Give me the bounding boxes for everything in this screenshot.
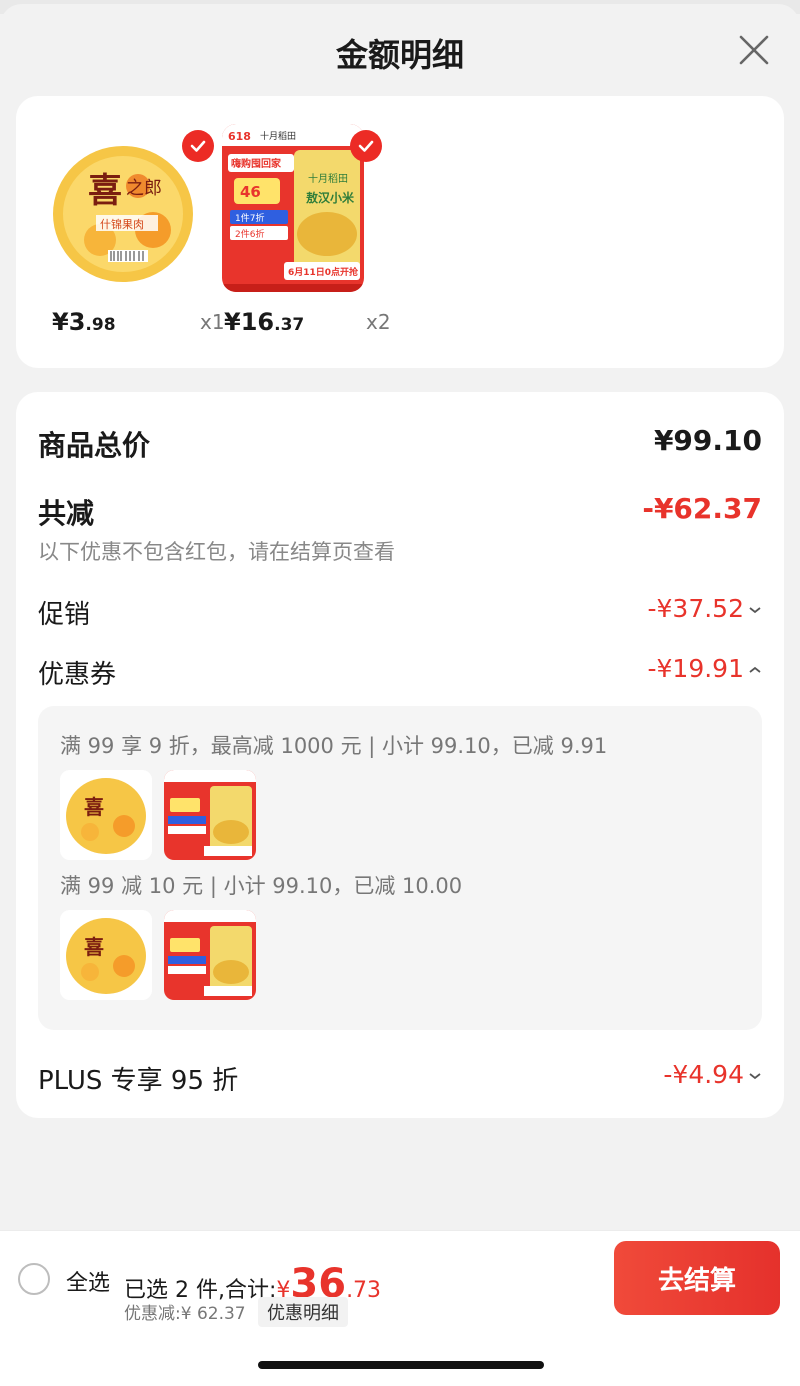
saved-amount: 优惠减:¥ 62.37 (124, 1304, 246, 1324)
product-quantity: x2 (366, 310, 391, 334)
promotion-row[interactable]: -¥37.52 (648, 594, 763, 623)
svg-text:之郎: 之郎 (126, 178, 162, 198)
svg-text:喜: 喜 (84, 795, 104, 819)
discount-detail-link[interactable]: 优惠明细 (258, 1297, 348, 1327)
price-detail-card: 商品总价 ¥99.10 共减 -¥62.37 以下优惠不包含红包，请在结算页查看… (16, 392, 784, 1118)
svg-text:十月稻田: 十月稻田 (260, 130, 296, 142)
total-reduction-label: 共减 (38, 497, 95, 530)
sheet-header: 金额明细 (0, 4, 800, 96)
svg-text:1件7折: 1件7折 (235, 212, 264, 224)
coupon-rule: 满 99 享 9 折，最高减 1000 元 | 小计 99.10，已减 9.91 (60, 734, 608, 758)
selected-check-icon[interactable] (182, 130, 214, 162)
plus-discount-value: -¥4.94 (663, 1060, 744, 1089)
coupon-product-thumb (164, 910, 256, 1000)
svg-text:2件6折: 2件6折 (235, 228, 264, 240)
svg-text:敖汉小米: 敖汉小米 (306, 190, 355, 205)
svg-text:十月稻田: 十月稻田 (308, 172, 348, 185)
total-price-value: ¥99.10 (653, 424, 762, 457)
select-all-label[interactable]: 全选 (66, 1265, 110, 1297)
reduction-note: 以下优惠不包含红包，请在结算页查看 (38, 540, 395, 564)
product-list-card: 喜 之郎 什锦果肉 ¥3.98 x1 618 十月稻田 十月稻田 敖汉小米 嗨购… (16, 96, 784, 368)
product-image: 618 十月稻田 十月稻田 敖汉小米 嗨购囤回家 46 1件7折 2件6折 6月… (222, 124, 364, 292)
product-price: ¥3.98 (52, 308, 116, 336)
close-icon (739, 35, 769, 65)
plus-discount-label: PLUS 专享 95 折 (38, 1066, 239, 1096)
coupon-value: -¥19.91 (647, 654, 745, 683)
checkout-button[interactable]: 去结算 (614, 1241, 780, 1315)
chevron-up-icon (749, 666, 761, 673)
checkout-bar: 全选 已选 2 件,合计:¥36.73 优惠减:¥ 62.37 优惠明细 去结算 (0, 1230, 800, 1386)
chevron-down-icon (749, 607, 761, 614)
svg-text:什锦果肉: 什锦果肉 (100, 217, 144, 231)
chevron-down-icon (749, 1073, 761, 1080)
amount-decimal: .73 (346, 1278, 382, 1303)
coupon-rule: 满 99 减 10 元 | 小计 99.10，已减 10.00 (60, 874, 463, 898)
product-image: 喜 之郎 什锦果肉 (48, 130, 198, 290)
selected-check-icon[interactable] (350, 130, 382, 162)
product-quantity: x1 (200, 310, 225, 334)
amount-detail-sheet: 金额明细 喜 之郎 什锦果肉 ¥3.98 x1 618 十月稻田 十月稻田 敖汉… (0, 4, 800, 1386)
promotion-label: 促销 (38, 600, 91, 630)
total-price-label: 商品总价 (38, 429, 151, 462)
close-button[interactable] (734, 30, 774, 70)
coupon-product-thumb (164, 770, 256, 860)
plus-discount-row[interactable]: -¥4.94 (663, 1060, 762, 1089)
product-price: ¥16.37 (224, 308, 305, 336)
coupon-product-thumb: 喜 (60, 770, 152, 860)
svg-text:喜: 喜 (88, 172, 122, 210)
svg-text:618: 618 (228, 130, 251, 143)
svg-text:嗨购囤回家: 嗨购囤回家 (231, 157, 282, 170)
svg-text:46: 46 (240, 183, 261, 201)
coupon-label: 优惠券 (38, 660, 117, 690)
home-indicator (258, 1361, 544, 1369)
svg-text:喜: 喜 (84, 935, 104, 959)
promotion-value: -¥37.52 (647, 594, 745, 623)
coupon-product-thumb: 喜 (60, 910, 152, 1000)
total-reduction-value: -¥62.37 (642, 492, 762, 525)
select-all-radio[interactable] (18, 1263, 50, 1295)
coupon-row[interactable]: -¥19.91 (648, 654, 763, 683)
coupon-detail-panel: 满 99 享 9 折，最高减 1000 元 | 小计 99.10，已减 9.91… (38, 706, 762, 1030)
svg-text:6月11日0点开抢: 6月11日0点开抢 (288, 266, 359, 278)
page-title: 金额明细 (335, 36, 464, 74)
